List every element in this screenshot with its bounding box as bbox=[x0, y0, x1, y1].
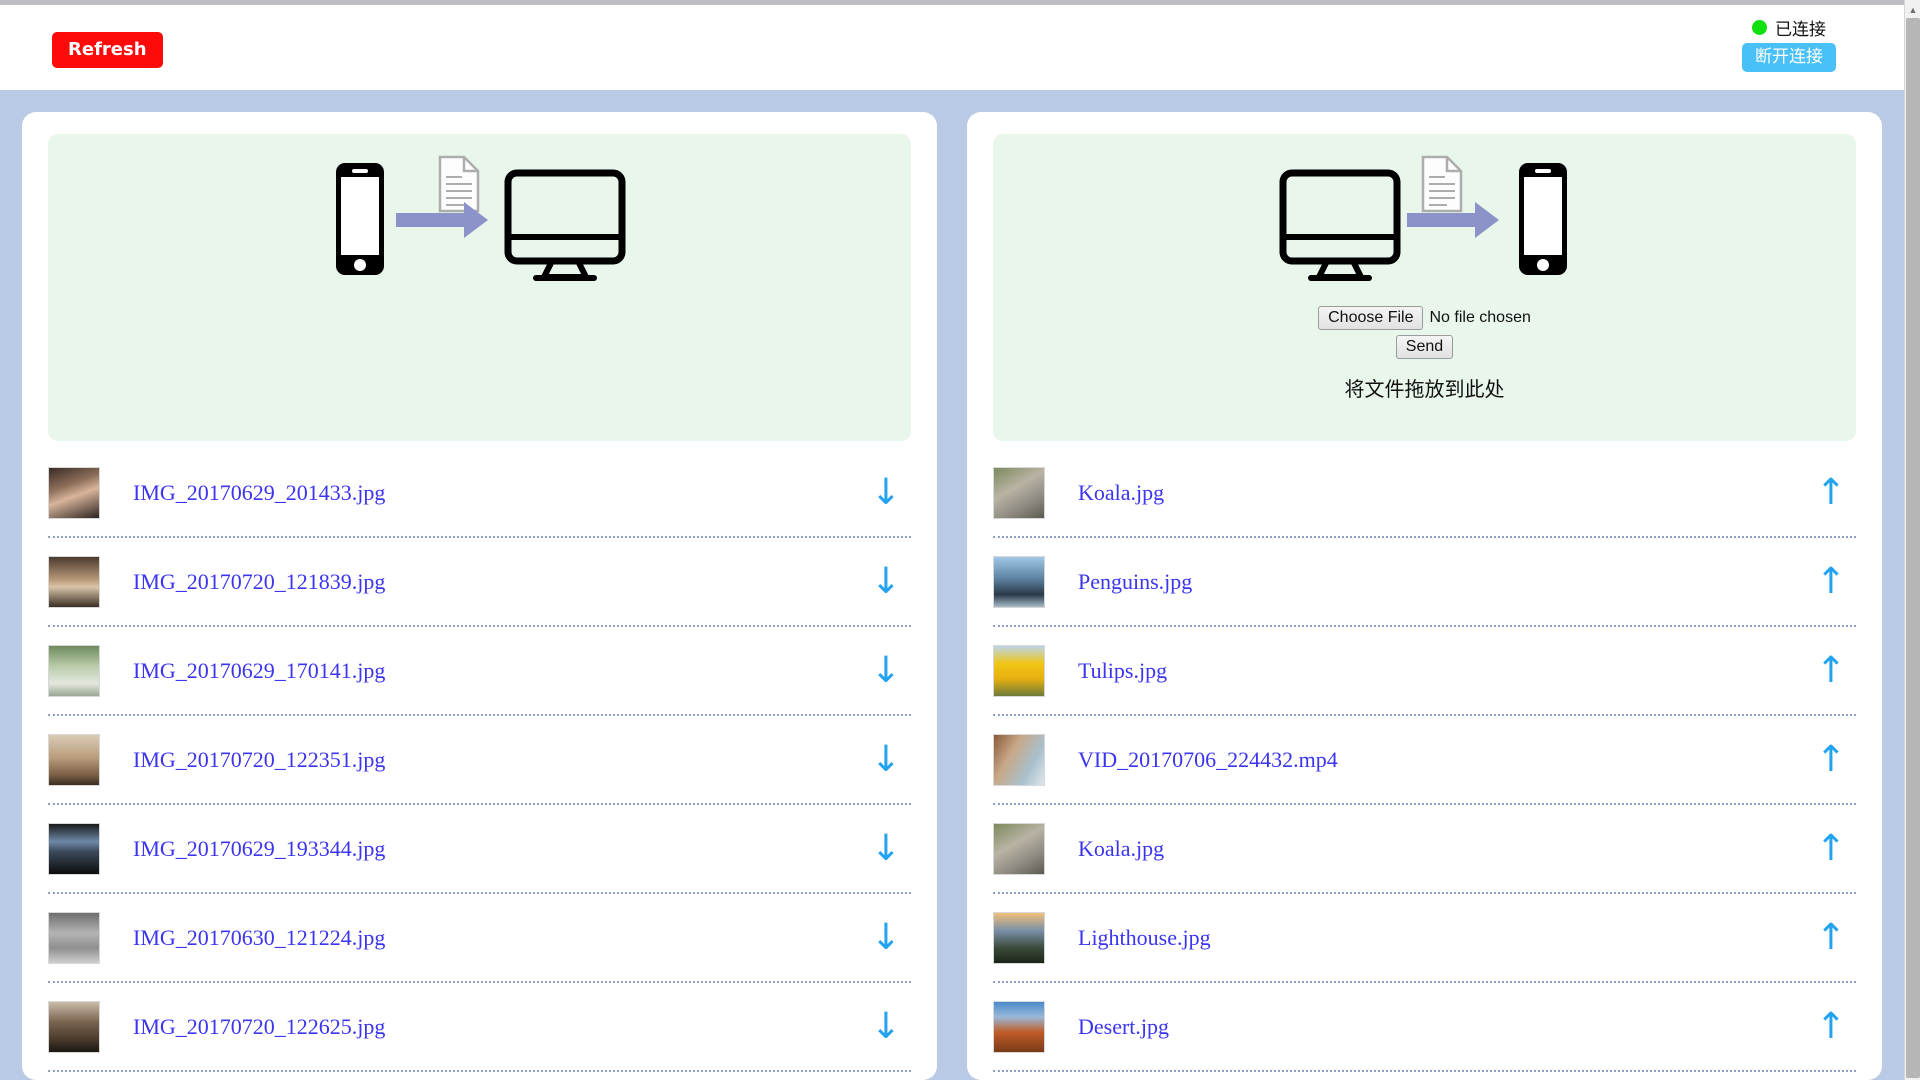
sendable-file-list: Koala.jpg ↑ Penguins.jpg ↑ Tulips.jpg ↑ … bbox=[993, 449, 1856, 1080]
upload-arrow-icon[interactable]: ↑ bbox=[1816, 919, 1846, 956]
file-thumbnail bbox=[993, 466, 1045, 519]
phone-to-computer-icon bbox=[335, 155, 625, 281]
scrollbar-thumb[interactable] bbox=[1906, 18, 1920, 1078]
table-row[interactable]: VID_20170706_224432.mp4 ↑ bbox=[993, 716, 1856, 805]
upload-arrow-icon[interactable]: ↑ bbox=[1816, 652, 1846, 689]
table-row[interactable]: IMG_20170720_122625.jpg ↓ bbox=[48, 983, 911, 1072]
file-name-link[interactable]: IMG_20170720_122625.jpg bbox=[133, 1014, 385, 1040]
file-thumbnail bbox=[993, 1000, 1045, 1053]
upload-arrow-icon[interactable]: ↑ bbox=[1816, 830, 1846, 867]
page-scrollbar[interactable]: ▲ bbox=[1904, 0, 1920, 1080]
table-row[interactable]: IMG_20170629_193344.jpg ↓ bbox=[48, 805, 911, 894]
file-name-link[interactable]: IMG_20170630_121224.jpg bbox=[133, 925, 385, 951]
send-button[interactable]: Send bbox=[1395, 335, 1454, 359]
file-thumbnail bbox=[993, 644, 1045, 697]
file-thumbnail bbox=[48, 1000, 100, 1053]
upload-arrow-icon[interactable]: ↑ bbox=[1816, 563, 1846, 600]
file-name-link[interactable]: IMG_20170720_122351.jpg bbox=[133, 747, 385, 773]
download-arrow-icon[interactable]: ↓ bbox=[871, 563, 901, 600]
document-icon bbox=[1421, 155, 1462, 213]
refresh-button[interactable]: Refresh bbox=[52, 32, 163, 68]
file-thumbnail bbox=[993, 733, 1045, 786]
table-row[interactable]: IMG_20170720_121839.jpg ↓ bbox=[48, 538, 911, 627]
file-name-link[interactable]: Lighthouse.jpg bbox=[1078, 925, 1211, 951]
main-content: IMG_20170629_201433.jpg ↓ IMG_20170720_1… bbox=[0, 90, 1904, 1080]
table-row[interactable]: Lighthouse.jpg ↑ bbox=[993, 894, 1856, 983]
drop-hint-label: 将文件拖放到此处 bbox=[1344, 377, 1505, 401]
page-header: Refresh 已连接 断开连接 bbox=[0, 5, 1904, 90]
computer-to-phone-illustration bbox=[1275, 150, 1575, 290]
download-arrow-icon[interactable]: ↓ bbox=[871, 830, 901, 867]
file-thumbnail bbox=[48, 466, 100, 519]
file-name-link[interactable]: IMG_20170720_121839.jpg bbox=[133, 569, 385, 595]
computer-to-phone-icon bbox=[1279, 155, 1567, 281]
computer-icon bbox=[504, 169, 625, 281]
upload-controls: Choose File No file chosen Send 将文件拖放到此处 bbox=[1318, 306, 1531, 402]
file-thumbnail bbox=[48, 644, 100, 697]
file-thumbnail bbox=[48, 733, 100, 786]
download-arrow-icon[interactable]: ↓ bbox=[871, 652, 901, 689]
file-thumbnail bbox=[993, 555, 1045, 608]
table-row[interactable]: IMG_20170720_122351.jpg ↓ bbox=[48, 716, 911, 805]
received-file-list: IMG_20170629_201433.jpg ↓ IMG_20170720_1… bbox=[48, 449, 911, 1080]
file-name-link[interactable]: VID_20170706_224432.mp4 bbox=[1078, 747, 1338, 773]
table-row[interactable]: IMG_20170630_121224.jpg ↓ bbox=[48, 894, 911, 983]
table-row[interactable]: Desert.jpg ↑ bbox=[993, 983, 1856, 1072]
connection-area: 已连接 断开连接 bbox=[1714, 15, 1864, 72]
table-row[interactable]: Tulips.jpg ↑ bbox=[993, 627, 1856, 716]
table-row[interactable]: IMG_20170629_170141.jpg ↓ bbox=[48, 627, 911, 716]
scroll-up-arrow-icon[interactable]: ▲ bbox=[1905, 2, 1920, 18]
table-row[interactable]: Koala.jpg ↑ bbox=[993, 805, 1856, 894]
computer-icon bbox=[1279, 169, 1400, 281]
file-name-link[interactable]: Koala.jpg bbox=[1078, 836, 1164, 862]
file-name-link[interactable]: IMG_20170629_201433.jpg bbox=[133, 480, 385, 506]
upload-arrow-icon[interactable]: ↑ bbox=[1816, 741, 1846, 778]
disconnect-button[interactable]: 断开连接 bbox=[1742, 43, 1836, 72]
connected-dot-icon bbox=[1752, 19, 1767, 35]
file-name-link[interactable]: IMG_20170629_193344.jpg bbox=[133, 836, 385, 862]
table-row[interactable] bbox=[993, 1072, 1856, 1080]
connection-status-label: 已连接 bbox=[1775, 19, 1826, 40]
phone-icon bbox=[1518, 163, 1567, 275]
phone-to-computer-illustration bbox=[330, 150, 630, 290]
panel-receive-from-phone: IMG_20170629_201433.jpg ↓ IMG_20170720_1… bbox=[22, 112, 937, 1080]
file-drop-zone[interactable]: Choose File No file chosen Send 将文件拖放到此处 bbox=[993, 134, 1856, 441]
upload-arrow-icon[interactable]: ↑ bbox=[1816, 1008, 1846, 1045]
file-thumbnail bbox=[48, 822, 100, 875]
no-file-chosen-label: No file chosen bbox=[1429, 309, 1531, 326]
choose-file-button[interactable]: Choose File bbox=[1318, 306, 1424, 330]
phone-icon bbox=[335, 163, 384, 275]
document-icon bbox=[438, 155, 479, 213]
table-row[interactable]: Penguins.jpg ↑ bbox=[993, 538, 1856, 627]
file-name-link[interactable]: IMG_20170629_170141.jpg bbox=[133, 658, 385, 684]
download-arrow-icon[interactable]: ↓ bbox=[871, 474, 901, 511]
upload-arrow-icon[interactable]: ↑ bbox=[1816, 474, 1846, 511]
left-illustration-zone bbox=[48, 134, 911, 441]
file-thumbnail bbox=[48, 911, 100, 964]
file-input-row: Choose File No file chosen bbox=[1318, 306, 1531, 330]
download-arrow-icon[interactable]: ↓ bbox=[871, 741, 901, 778]
file-thumbnail bbox=[993, 911, 1045, 964]
file-thumbnail bbox=[993, 822, 1045, 875]
file-name-link[interactable]: Penguins.jpg bbox=[1078, 569, 1192, 595]
connection-status: 已连接 bbox=[1714, 15, 1864, 40]
file-thumbnail bbox=[48, 555, 100, 608]
panel-send-to-phone: Choose File No file chosen Send 将文件拖放到此处… bbox=[967, 112, 1882, 1080]
download-arrow-icon[interactable]: ↓ bbox=[871, 1008, 901, 1045]
download-arrow-icon[interactable]: ↓ bbox=[871, 919, 901, 956]
table-row[interactable]: IMG_20170629_201433.jpg ↓ bbox=[48, 449, 911, 538]
table-row[interactable] bbox=[48, 1072, 911, 1080]
file-name-link[interactable]: Koala.jpg bbox=[1078, 480, 1164, 506]
file-name-link[interactable]: Tulips.jpg bbox=[1078, 658, 1167, 684]
table-row[interactable]: Koala.jpg ↑ bbox=[993, 449, 1856, 538]
file-name-link[interactable]: Desert.jpg bbox=[1078, 1014, 1169, 1040]
